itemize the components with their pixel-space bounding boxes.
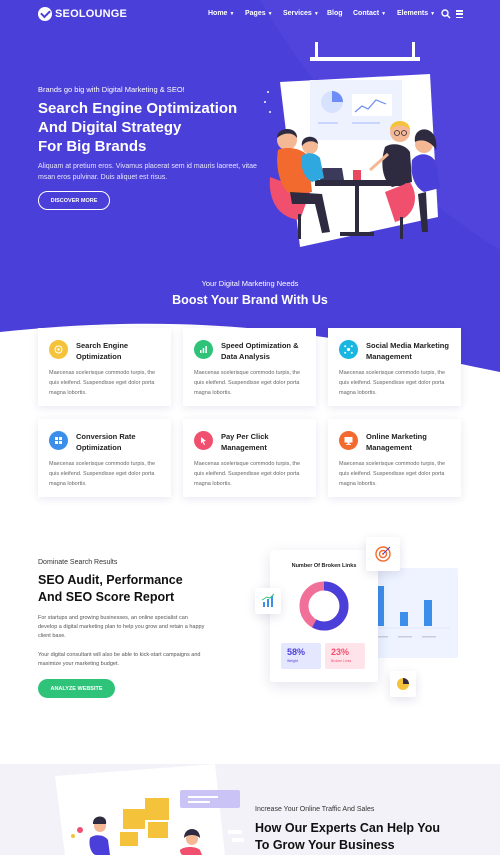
audit-paragraph: Your digital consultant will also be abl… [38, 652, 201, 667]
card-text: Maecenas scelerisque commodo turpis, the… [49, 461, 156, 487]
service-card-ppc[interactable]: Pay Per Click Management Maecenas sceler… [183, 419, 316, 497]
experts-title-line: To Grow Your Business [255, 838, 395, 852]
hero-title: Search Engine Optimization And Digital S… [38, 99, 278, 156]
hero-subtitle: Aliquam at pretium eros. Vivamus placera… [38, 163, 257, 181]
search-icon[interactable] [441, 9, 451, 19]
card-text: Maecenas scelerisque commodo turpis, the… [339, 370, 446, 396]
experts-section: Increase Your Online Traffic And Sales H… [0, 764, 500, 855]
chevron-down-icon: ▼ [381, 10, 387, 17]
team-meeting-illustration [269, 42, 440, 247]
hero-eyebrow: Brands go big with Digital Marketing & S… [38, 85, 185, 94]
discover-more-button[interactable]: DISCOVER MORE [38, 191, 110, 210]
logo-text: SEOLOUNGE [55, 8, 128, 20]
logo[interactable]: SEOLOUNGE [38, 7, 127, 21]
service-card-seo[interactable]: Search Engine Optimization Maecenas scel… [38, 328, 171, 406]
stat-label: Weight [287, 659, 298, 663]
nav-item-label: Home [208, 10, 228, 17]
chevron-down-icon: ▼ [267, 10, 273, 17]
experts-title-line: How Our Experts Can Help You [255, 821, 440, 835]
stat-label: Broken Links [331, 659, 352, 663]
grid-icon [49, 431, 68, 450]
experts-title: How Our Experts Can Help You To Grow You… [255, 820, 475, 854]
nav-item-pages[interactable]: Pages ▼ [245, 10, 283, 17]
nav-item-label: Blog [327, 10, 343, 17]
decorative-dots [264, 91, 271, 113]
nav-item-services[interactable]: Services ▼ [283, 10, 327, 17]
card-text: Maecenas scelerisque commodo turpis, the… [194, 461, 301, 487]
weight-stat: 58% Weight [281, 643, 321, 669]
service-card-online-marketing[interactable]: Online Marketing Management Maecenas sce… [328, 419, 461, 497]
chevron-down-icon: ▼ [229, 10, 235, 17]
hero-title-line: And Digital Strategy [38, 119, 182, 136]
service-card-conversion[interactable]: Conversion Rate Optimization Maecenas sc… [38, 419, 171, 497]
experts-illustration [55, 764, 244, 855]
card-title: Pay Per Click Management [221, 432, 269, 452]
services-title: Boost Your Brand With Us [172, 293, 328, 307]
stat-value: 23% [331, 647, 350, 657]
stat-value: 58% [287, 647, 306, 657]
hero-title-line: For Big Brands [38, 138, 147, 155]
pie-chart-icon [397, 678, 409, 690]
top-navigation: SEOLOUNGE Home ▼ Pages ▼ Services ▼ Blog Co… [0, 0, 500, 30]
services-eyebrow: Your Digital Marketing Needs [201, 279, 299, 288]
service-card-speed[interactable]: Speed Optimization & Data Analysis Maece… [183, 328, 316, 406]
target-icon [375, 546, 391, 562]
nav-item-label: Elements [397, 10, 429, 17]
broken-links-card: Number Of Broken Links 58% Weight 23% Br… [270, 550, 378, 682]
card-text: Maecenas scelerisque commodo turpis, the… [194, 370, 301, 396]
card-title: Search Engine Optimization [76, 341, 129, 361]
card-text: Maecenas scelerisque commodo turpis, the… [339, 461, 446, 487]
broken-links-stat: 23% Broken Links [325, 643, 365, 669]
nav-item-blog[interactable]: Blog [327, 10, 353, 17]
analyze-website-button[interactable]: ANALYZE WEBSITE [38, 679, 115, 698]
card-title: Online Marketing Management [366, 432, 427, 452]
card-title: Speed Optimization & Data Analysis [221, 341, 299, 361]
audit-title-line: And SEO Score Report [38, 590, 175, 604]
nav-item-elements[interactable]: Elements ▼ [397, 10, 437, 17]
trend-badge [255, 588, 281, 614]
nav-item-contact[interactable]: Contact ▼ [353, 10, 397, 17]
menu-icon[interactable] [456, 10, 463, 18]
card-title: Conversion Rate Optimization [76, 432, 136, 452]
experts-eyebrow: Increase Your Online Traffic And Sales [255, 806, 375, 813]
pie-badge [390, 671, 416, 697]
nav-item-label: Services [283, 10, 312, 17]
hero-title-line: Search Engine Optimization [38, 100, 238, 117]
cursor-click-icon [194, 431, 213, 450]
audit-paragraph: For startups and growing businesses, an … [38, 615, 205, 639]
donut-chart [299, 581, 349, 631]
audit-eyebrow: Dominate Search Results [38, 559, 118, 566]
trend-chart-icon [261, 593, 275, 607]
nav-item-label: Pages [245, 10, 266, 17]
hero-section: SEOLOUNGE Home ▼ Pages ▼ Services ▼ Blog Co… [0, 0, 500, 380]
service-card-social[interactable]: Social Media Marketing Management Maecen… [328, 328, 461, 406]
audit-title-line: SEO Audit, Performance [38, 573, 183, 587]
chevron-down-icon: ▼ [430, 10, 436, 17]
card-text: Maecenas scelerisque commodo turpis, the… [49, 370, 156, 396]
target-icon [49, 340, 68, 359]
bar-chart-icon [194, 340, 213, 359]
chevron-down-icon: ▼ [313, 10, 319, 17]
monitor-icon [339, 431, 358, 450]
target-badge [366, 537, 400, 571]
card-title: Social Media Marketing Management [366, 341, 449, 361]
nav-menu: Home ▼ Pages ▼ Services ▼ Blog Contact ▼ Ele… [208, 10, 437, 17]
nav-item-home[interactable]: Home ▼ [208, 10, 245, 17]
dashboard-title: Number Of Broken Links [291, 563, 357, 569]
nav-item-label: Contact [353, 10, 380, 17]
audit-title: SEO Audit, Performance And SEO Score Rep… [38, 572, 238, 606]
logo-check-icon [38, 7, 52, 21]
network-icon [339, 340, 358, 359]
